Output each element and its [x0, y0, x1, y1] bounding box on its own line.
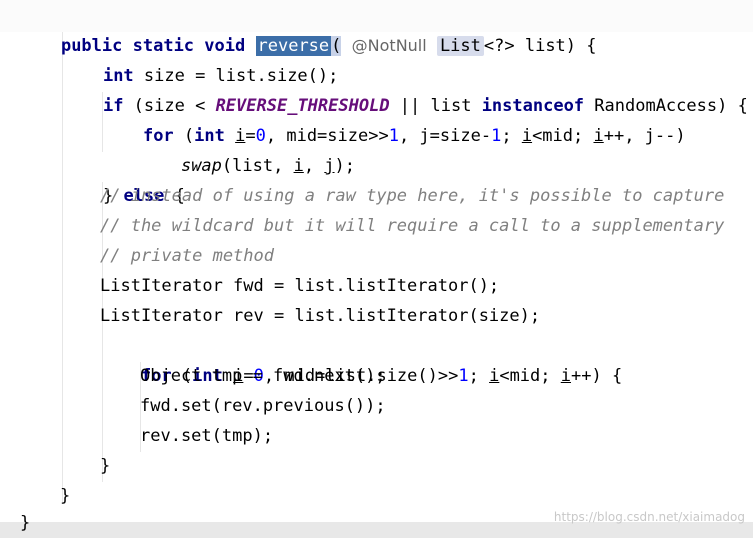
code-line-5: swap(list, i, j); — [140, 121, 355, 176]
code-text: ); — [334, 156, 356, 176]
param-list: list) { — [514, 36, 597, 56]
number-literal: 1 — [388, 126, 399, 146]
closing-brace: } — [20, 513, 31, 533]
closing-brace: } — [60, 486, 71, 506]
code-line-13: Object tmp = fwd.next(); — [140, 366, 386, 386]
code-line-4: for (int i=0, mid=size>>1, j=size-1; i<m… — [102, 91, 686, 146]
code-line-1: public static void reverse( @NotNull Lis… — [20, 1, 597, 56]
code-text: , — [303, 156, 325, 176]
number-literal: 1 — [491, 126, 502, 146]
comment-line-2: // the wildcard but it will require a ca… — [100, 216, 725, 236]
watermark: https://blog.csdn.net/xiaimadog — [553, 510, 745, 524]
number-literal: 1 — [458, 366, 469, 386]
closing-brace: } — [100, 456, 111, 476]
code-line-3: if (size < REVERSE_THRESHOLD || list ins… — [62, 61, 748, 116]
code-text: ++, j--) — [603, 126, 686, 146]
code-line-6: } else { — [62, 151, 185, 206]
code-line-10: ListIterator fwd = list.listIterator(); — [100, 276, 500, 296]
var-j: j — [324, 156, 335, 176]
list-type: List — [436, 36, 484, 56]
comment-line-3: // private method — [100, 246, 274, 266]
code-editor[interactable]: public static void reverse( @NotNull Lis… — [0, 0, 753, 538]
code-text: ; — [501, 126, 522, 146]
var-i: i — [293, 156, 304, 176]
code-line-14: fwd.set(rev.previous()); — [140, 396, 386, 416]
notnull-annotation: @NotNull — [351, 36, 427, 55]
generic-wildcard: <?> — [483, 36, 515, 56]
code-text: (list, — [221, 156, 294, 176]
bottom-bar — [0, 522, 753, 538]
var-i: i — [521, 126, 533, 146]
code-line-12: for (int i=0, mid=list.size()>>1; i<mid;… — [100, 331, 622, 386]
code-line-15: rev.set(tmp); — [140, 426, 274, 446]
comment-line-1: // instead of using a raw type here, it'… — [100, 186, 725, 206]
code-text: <mid; — [532, 126, 594, 146]
var-i: i — [560, 366, 571, 386]
var-i: i — [489, 366, 500, 386]
code-text: <mid; — [499, 366, 561, 386]
code-text: , j=size- — [398, 126, 492, 146]
var-i: i — [593, 126, 604, 146]
code-line-2: int size = list.size(); — [62, 31, 338, 86]
code-text: ++) { — [571, 366, 623, 386]
code-line-11: ListIterator rev = list.listIterator(siz… — [100, 306, 541, 326]
code-text: ; — [468, 366, 490, 386]
swap-call: swap — [180, 156, 222, 176]
